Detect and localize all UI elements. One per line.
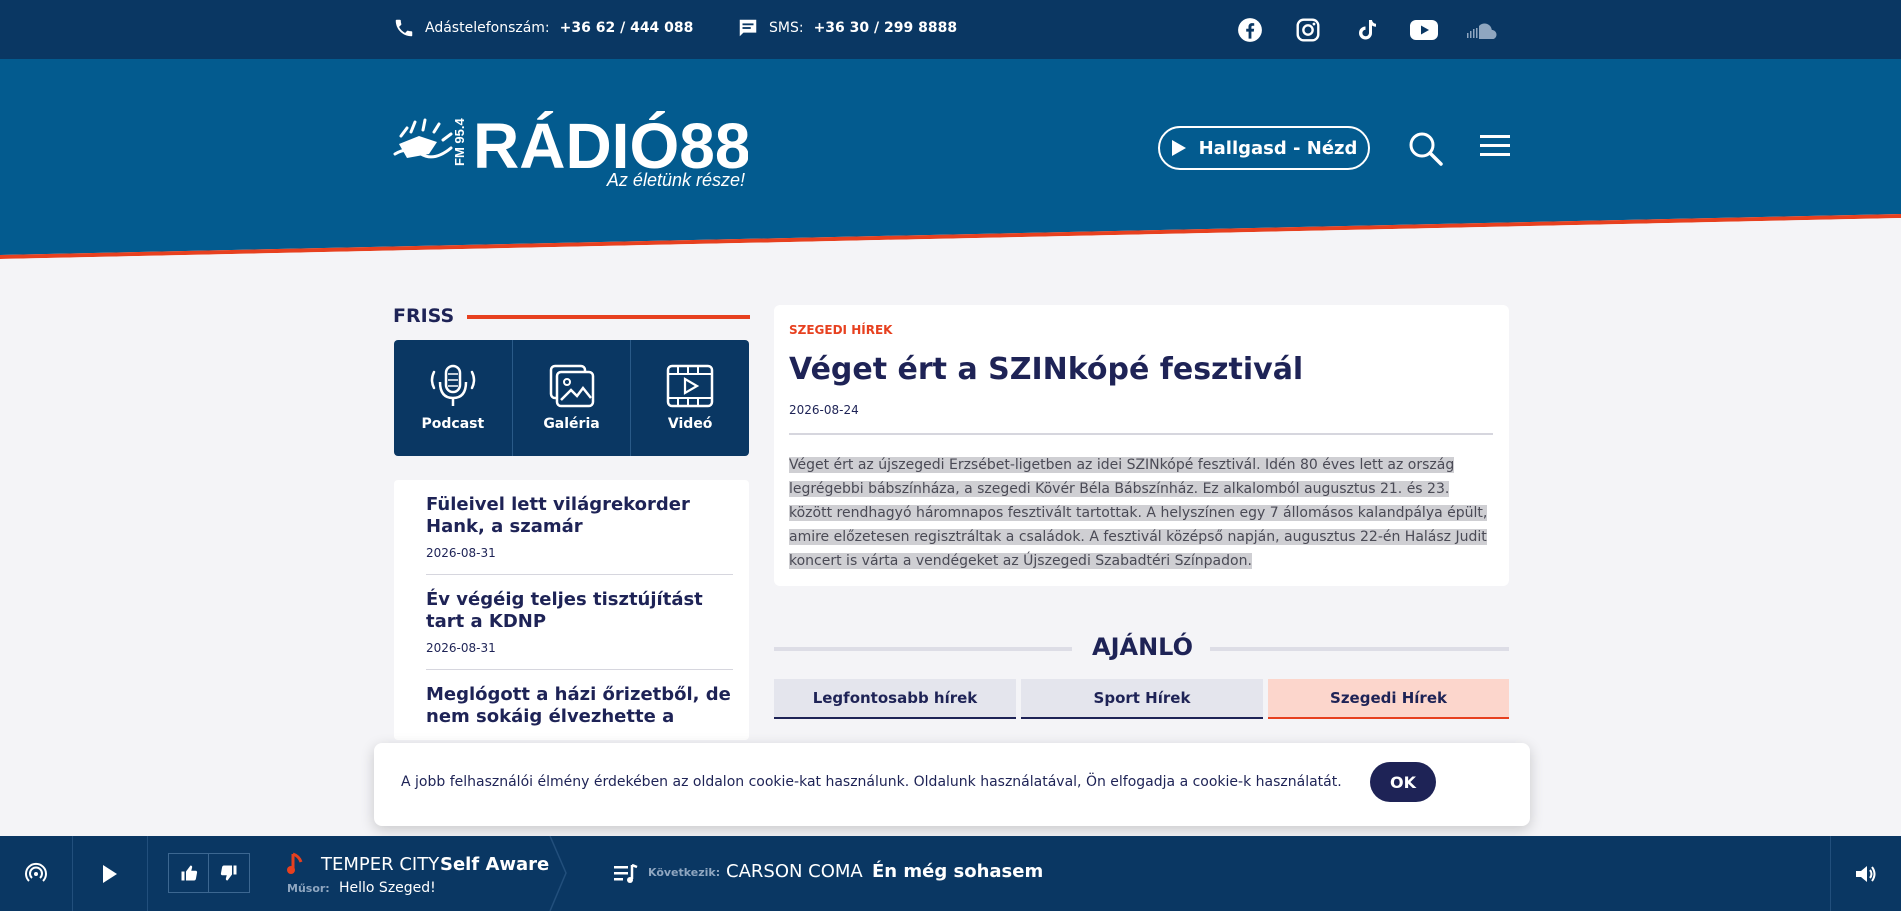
header-background xyxy=(0,59,1901,259)
news-item[interactable]: Év végéig teljes tisztújítást tart a KDN… xyxy=(426,589,733,670)
facebook-icon[interactable] xyxy=(1221,15,1279,45)
cookie-text: A jobb felhasználói élmény érdekében az … xyxy=(401,774,1342,790)
ajanlo-heading: AJÁNLÓ xyxy=(1092,633,1194,661)
logo-slogan: Az életünk része! xyxy=(606,170,745,190)
next-artist: CARSON COMA xyxy=(726,861,863,882)
ajanlo-divider-left xyxy=(774,647,1072,651)
gallery-icon xyxy=(549,364,594,408)
vote-buttons xyxy=(168,853,250,893)
listen-watch-button[interactable]: Hallgasd - Nézd xyxy=(1158,126,1370,170)
search-button[interactable] xyxy=(1408,131,1444,171)
article-card: SZEGEDI HÍREK Véget ért a SZINkópé feszt… xyxy=(774,305,1509,586)
friss-divider xyxy=(467,315,750,319)
top-bar: Adástelefonszám: +36 62 / 444 088 SMS: +… xyxy=(0,0,1901,59)
soundcloud-icon[interactable] xyxy=(1453,15,1511,45)
phone-contact[interactable]: Adástelefonszám: +36 62 / 444 088 xyxy=(393,17,693,39)
gallery-label: Galéria xyxy=(543,416,600,432)
tab-szegedi-hirek[interactable]: Szegedi Hírek xyxy=(1268,679,1509,719)
news-date: 2026-08-31 xyxy=(426,641,496,655)
now-playing-artist: TEMPER CITY xyxy=(321,854,440,875)
podcast-link[interactable]: Podcast xyxy=(394,340,513,456)
article-title: Véget ért a SZINkópé fesztivál xyxy=(789,352,1304,387)
phone-icon xyxy=(395,19,413,37)
tab-sport-hirek[interactable]: Sport Hírek xyxy=(1021,679,1263,719)
news-item[interactable]: Meglógott a házi őrizetből, de nem sokái… xyxy=(426,684,733,740)
site-logo[interactable]: FM 95.4 RÁDIÓ88 Az életünk része! xyxy=(393,62,750,192)
volume-icon xyxy=(1856,865,1876,882)
news-date: 2026-08-31 xyxy=(426,546,496,560)
social-links xyxy=(1221,15,1511,45)
tiktok-icon[interactable] xyxy=(1337,15,1395,45)
phone-number[interactable]: +36 62 / 444 088 xyxy=(560,20,694,36)
thumbs-up-icon[interactable] xyxy=(169,854,209,892)
tab-legfontosabb-hirek[interactable]: Legfontosabb hírek xyxy=(774,679,1016,719)
news-title[interactable]: Meglógott a házi őrizetből, de nem sokái… xyxy=(426,684,733,728)
radio88-logo: FM 95.4 RÁDIÓ88 Az életünk része! xyxy=(393,110,750,190)
play-button[interactable] xyxy=(73,836,148,911)
video-icon xyxy=(666,364,714,408)
sms-label: SMS: xyxy=(769,20,804,36)
phone-label: Adástelefonszám: xyxy=(425,20,550,36)
instagram-icon[interactable] xyxy=(1279,15,1337,45)
ajanlo-divider-right xyxy=(1210,647,1509,651)
cookie-ok-button[interactable]: OK xyxy=(1370,762,1436,802)
now-playing-title: Self Aware xyxy=(440,854,550,875)
news-title[interactable]: Füleivel lett világrekorder Hank, a szam… xyxy=(426,494,733,538)
news-list: Füleivel lett világrekorder Hank, a szam… xyxy=(394,480,749,740)
news-item[interactable]: Füleivel lett világrekorder Hank, a szam… xyxy=(426,494,733,575)
player-divider xyxy=(549,836,567,911)
hamburger-icon xyxy=(1480,135,1510,156)
cookie-banner: A jobb felhasználói élmény érdekében az … xyxy=(374,743,1530,826)
next-label: Következik: xyxy=(648,866,721,879)
video-label: Videó xyxy=(667,416,713,432)
radio-player: TEMPER CITY Self Aware Műsor: Hello Szeg… xyxy=(0,836,1901,911)
thumbs-down-icon[interactable] xyxy=(209,854,249,892)
sms-contact[interactable]: SMS: +36 30 / 299 8888 xyxy=(737,17,957,39)
article-divider xyxy=(789,433,1493,435)
play-icon xyxy=(103,864,117,883)
sms-icon xyxy=(739,19,757,37)
listen-watch-label: Hallgasd - Nézd xyxy=(1198,137,1358,159)
news-title[interactable]: Év végéig teljes tisztújítást tart a KDN… xyxy=(426,589,733,633)
microphone-icon xyxy=(430,364,476,406)
article-category[interactable]: SZEGEDI HÍREK xyxy=(789,323,1493,337)
youtube-icon[interactable] xyxy=(1395,15,1453,45)
logo-frequency: FM 95.4 xyxy=(452,118,467,166)
article-body-text: Véget ért az újszegedi Erzsébet-ligetben… xyxy=(789,457,1488,569)
site-header xyxy=(0,59,1901,259)
music-note-icon xyxy=(287,852,303,874)
video-link[interactable]: Videó xyxy=(631,340,749,456)
gallery-link[interactable]: Galéria xyxy=(513,340,632,456)
sms-number[interactable]: +36 30 / 299 8888 xyxy=(814,20,958,36)
stream-button[interactable] xyxy=(0,836,73,911)
article-body: Véget ért az újszegedi Erzsébet-ligetben… xyxy=(789,453,1493,573)
search-icon xyxy=(1409,132,1443,166)
podcast-label: Podcast xyxy=(421,416,485,432)
menu-button[interactable] xyxy=(1480,134,1510,162)
show-name: Hello Szeged! xyxy=(339,880,436,896)
play-icon xyxy=(1171,140,1186,156)
article-date: 2026-08-24 xyxy=(789,403,859,417)
media-links: Podcast Galéria Videó xyxy=(394,340,749,456)
show-label: Műsor: xyxy=(287,882,330,895)
playlist-icon xyxy=(614,864,638,883)
next-title: Én még sohasem xyxy=(872,861,1044,882)
broadcast-icon xyxy=(25,862,47,882)
volume-button[interactable] xyxy=(1830,836,1901,911)
friss-heading: FRISS xyxy=(393,305,455,327)
